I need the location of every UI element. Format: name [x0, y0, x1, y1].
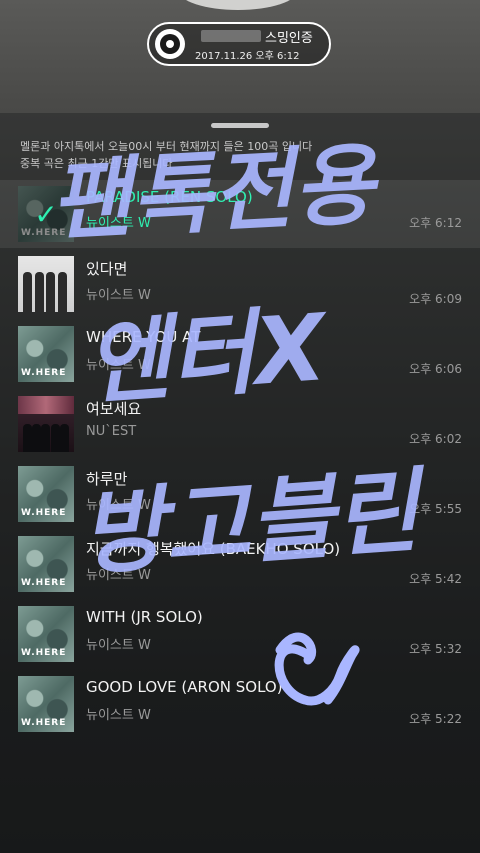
track-row[interactable]: 여보세요 NU`EST 오후 6:02 [0, 396, 480, 466]
album-art: W.HERE [18, 606, 74, 662]
figure-silhouette [50, 424, 60, 452]
track-title: PARADISE (REN SOLO) [86, 188, 253, 206]
figure-silhouette [59, 424, 69, 452]
track-title: 있다면 [86, 260, 128, 278]
album-art-label: W.HERE [21, 368, 67, 378]
album-art [18, 256, 74, 312]
top-decoration [178, 0, 298, 10]
figure-silhouette [57, 272, 67, 312]
album-art: W.HERE [18, 536, 74, 592]
play-time: 오후 6:12 [409, 216, 462, 230]
track-row[interactable]: 있다면뉴이스트 W 오후 6:09 [0, 256, 480, 326]
track-artist: 뉴이스트 W [86, 638, 151, 653]
figure-silhouette [34, 272, 44, 312]
redacted-username [201, 30, 261, 42]
album-art: W.HERE [18, 466, 74, 522]
stage-light [18, 396, 74, 414]
play-time: 오후 5:22 [409, 712, 462, 726]
track-artist: 뉴이스트 W [86, 216, 151, 231]
track-artist: 뉴이스트 W [86, 288, 151, 303]
track-row[interactable]: W.HERE 지금까지 행복했어요 (BAEKHO SOLO) 뉴이스트 W 오후 5… [0, 536, 480, 606]
track-artist: 뉴이스트 W [86, 358, 151, 373]
notice-line-1: 멜론과 아지톡에서 오늘00시 부터 현재까지 들은 100곡 입니다 [20, 140, 313, 153]
figure-silhouette [41, 424, 51, 452]
play-time: 오후 5:55 [409, 502, 462, 516]
track-title: WITH (JR SOLO) [86, 608, 203, 626]
track-title: 지금까지 행복했어요 (BAEKHO SOLO) [86, 540, 341, 558]
figure-silhouette [32, 424, 42, 452]
track-title: 하루만 [86, 470, 128, 488]
figure-silhouette [23, 424, 32, 452]
track-artist: 뉴이스트 W [86, 708, 151, 723]
track-row[interactable]: W.HERE ✓ PARADISE (REN SOLO) 뉴이스트 W 오후 6:12 [0, 180, 480, 248]
disc-icon [155, 29, 185, 59]
track-artist: 뉴이스트 W [86, 498, 151, 513]
play-time: 오후 5:42 [409, 572, 462, 586]
badge-date: 2017.11.26 오후 6:12 [195, 51, 300, 62]
notice-text: 멜론과 아지톡에서 오늘00시 부터 현재까지 들은 100곡 입니다 중복 곡… [20, 138, 470, 172]
sheet-drag-handle[interactable] [211, 123, 269, 128]
play-time: 오후 6:06 [409, 362, 462, 376]
track-row[interactable]: W.HERE WHERE YOU AT 뉴이스트 W 오후 6:06 [0, 326, 480, 396]
album-art: W.HERE ✓ [18, 186, 74, 242]
checkmark-icon: ✓ [18, 186, 74, 242]
badge-title: 스밍인증 [265, 31, 313, 46]
notice-line-2: 중복 곡은 최근 1간만 표시됩니다 [20, 157, 173, 170]
track-row[interactable]: W.HERE GOOD LOVE (ARON SOLO) 뉴이스트 W 오후 5:22 [0, 676, 480, 746]
track-artist: 뉴이스트 W [86, 568, 151, 583]
album-art-label: W.HERE [21, 648, 67, 658]
album-art: W.HERE [18, 326, 74, 382]
play-time: 오후 6:02 [409, 432, 462, 446]
track-row[interactable]: W.HERE WITH (JR SOLO) 뉴이스트 W 오후 5:32 [0, 606, 480, 676]
streaming-proof-badge: 스밍인증 2017.11.26 오후 6:12 [147, 22, 331, 66]
album-art-label: W.HERE [21, 508, 67, 518]
figure-silhouette [23, 272, 32, 312]
track-row[interactable]: W.HERE 하루만뉴이스트 W 오후 5:55 [0, 466, 480, 536]
track-title: 여보세요 [86, 400, 142, 418]
play-time: 오후 5:32 [409, 642, 462, 656]
play-time: 오후 6:09 [409, 292, 462, 306]
album-art: W.HERE [18, 676, 74, 732]
figure-silhouette [46, 272, 55, 312]
album-art-label: W.HERE [21, 718, 67, 728]
track-title: GOOD LOVE (ARON SOLO) [86, 678, 283, 696]
album-art [18, 396, 74, 452]
track-artist: NU`EST [86, 424, 137, 439]
track-title: WHERE YOU AT [86, 328, 201, 346]
album-art-label: W.HERE [21, 578, 67, 588]
